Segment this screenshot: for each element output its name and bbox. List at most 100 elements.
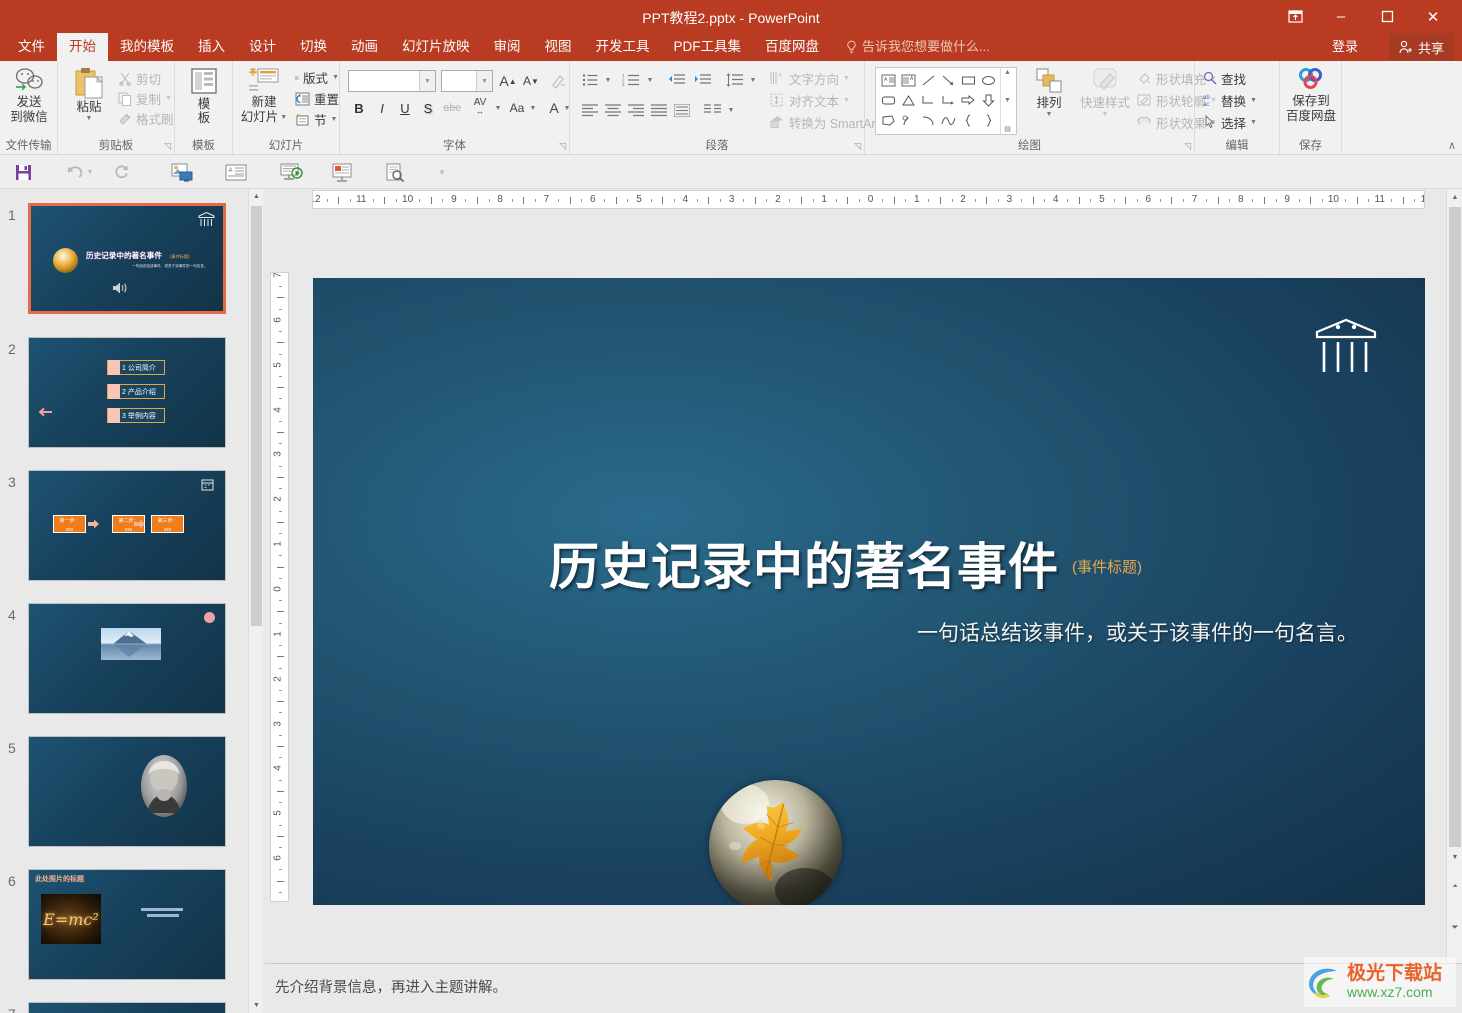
shapes-scroll-up-icon[interactable]: ▲ bbox=[1004, 69, 1011, 76]
layout-button[interactable]: 版式 ▼ bbox=[295, 68, 339, 87]
slide-scroll-down-icon[interactable]: ▼ bbox=[1447, 849, 1462, 865]
underline-button[interactable]: U bbox=[394, 97, 416, 119]
shapes-scroll-down-icon[interactable]: ▼ bbox=[1004, 97, 1011, 104]
tab-file[interactable]: 文件 bbox=[6, 33, 57, 61]
find-button[interactable]: 查找 bbox=[1203, 68, 1273, 88]
align-right-button[interactable] bbox=[624, 99, 647, 121]
template-button[interactable]: 模 板 bbox=[183, 66, 225, 134]
next-slide-icon[interactable]: ⏷ bbox=[1447, 919, 1462, 935]
drawing-dialog-launcher[interactable]: ◹ bbox=[1184, 141, 1191, 152]
align-left-button[interactable] bbox=[578, 99, 601, 121]
quick-styles-button[interactable]: 快速样式 ▼ bbox=[1077, 67, 1133, 135]
line-spacing-dropdown-arrow-icon[interactable]: ▼ bbox=[747, 69, 759, 91]
shape-right-arrow-icon[interactable] bbox=[958, 90, 978, 110]
columns-dropdown-arrow-icon[interactable]: ▼ bbox=[725, 99, 737, 121]
font-name-dropdown-arrow-icon[interactable]: ▼ bbox=[419, 71, 435, 91]
tab-transitions[interactable]: 切换 bbox=[288, 33, 339, 61]
font-name-combo[interactable]: ▼ bbox=[348, 70, 436, 92]
shape-elbow-arrow-icon[interactable] bbox=[938, 90, 958, 110]
tab-home[interactable]: 开始 bbox=[57, 33, 108, 61]
tab-view[interactable]: 视图 bbox=[533, 33, 584, 61]
text-direction-button[interactable]: A 文字方向 ▼ bbox=[770, 68, 860, 88]
thumbnail-panel-scrollbar[interactable]: ▲ ▼ bbox=[248, 189, 263, 1013]
bold-button[interactable]: B bbox=[348, 97, 370, 119]
decrease-font-size-button[interactable]: A ▼ bbox=[520, 70, 542, 92]
shape-rectangle-icon[interactable] bbox=[958, 70, 978, 90]
slide-area-scrollbar[interactable]: ▲ ▼ ⏶ ⏷ bbox=[1446, 189, 1462, 963]
shapes-scrollbar[interactable]: ▲ ▼ ▤ bbox=[1000, 68, 1014, 134]
shape-rounded-rect-icon[interactable] bbox=[878, 90, 898, 110]
tab-slideshow[interactable]: 幻灯片放映 bbox=[390, 33, 482, 61]
clear-formatting-icon[interactable] bbox=[547, 70, 569, 92]
slide-thumbnail-7[interactable] bbox=[28, 1002, 226, 1013]
font-size-combo[interactable]: ▼ bbox=[441, 70, 493, 92]
tab-animations[interactable]: 动画 bbox=[339, 33, 390, 61]
justify-button[interactable] bbox=[647, 99, 670, 121]
thumbnail-scroll-thumb[interactable] bbox=[251, 206, 262, 626]
tab-design[interactable]: 设计 bbox=[237, 33, 288, 61]
change-case-dropdown-arrow-icon[interactable]: ▼ bbox=[528, 97, 538, 119]
slide-thumbnail-5[interactable] bbox=[28, 736, 226, 847]
vertical-ruler[interactable]: 7 6 5 4 3 2 1 0 1 2 3 4 5 6 7 bbox=[270, 272, 289, 902]
font-dialog-launcher[interactable]: ◹ bbox=[559, 141, 566, 152]
arrange-button[interactable]: 排列 ▼ bbox=[1023, 67, 1075, 135]
bullets-button[interactable] bbox=[578, 69, 602, 91]
character-spacing-dropdown-arrow-icon[interactable]: ▼ bbox=[493, 97, 503, 119]
arrange-dropdown-arrow-icon[interactable]: ▼ bbox=[1046, 111, 1053, 119]
distribute-button[interactable] bbox=[670, 99, 693, 121]
text-shadow-button[interactable]: S bbox=[417, 97, 439, 119]
shape-textbox-icon[interactable]: A bbox=[878, 70, 898, 90]
italic-button[interactable]: I bbox=[371, 97, 393, 119]
strikethrough-button[interactable]: abc bbox=[440, 97, 464, 119]
copy-button[interactable]: 复制 ▼ bbox=[118, 89, 180, 108]
align-center-button[interactable] bbox=[601, 99, 624, 121]
section-button[interactable]: 节 ▼ bbox=[295, 110, 339, 129]
thumbnail-scroll-down-icon[interactable]: ▼ bbox=[249, 998, 264, 1013]
shape-oval-icon[interactable] bbox=[978, 70, 998, 90]
undo-dropdown-arrow-icon[interactable]: ▼ bbox=[84, 160, 96, 184]
slide-thumbnail-6[interactable]: 此处照片的标题 E=mc² bbox=[28, 869, 226, 980]
paragraph-dialog-launcher[interactable]: ◹ bbox=[854, 141, 861, 152]
select-dropdown-arrow-icon[interactable]: ▼ bbox=[1250, 119, 1257, 126]
print-preview-icon[interactable] bbox=[382, 160, 408, 184]
send-to-wechat-button[interactable]: 发送 到微信 bbox=[4, 67, 54, 129]
new-slide-dropdown-arrow-icon[interactable]: ▼ bbox=[280, 110, 287, 125]
slide-title-tag[interactable]: (事件标题) bbox=[1072, 556, 1142, 577]
section-dropdown-arrow-icon[interactable]: ▼ bbox=[331, 116, 338, 123]
bullets-dropdown-arrow-icon[interactable]: ▼ bbox=[602, 69, 614, 91]
shape-right-brace-icon[interactable] bbox=[978, 110, 998, 130]
minimize-button[interactable]: – bbox=[1318, 2, 1364, 31]
line-spacing-button[interactable] bbox=[722, 69, 747, 91]
clipboard-dialog-launcher[interactable]: ◹ bbox=[164, 141, 171, 152]
increase-indent-button[interactable] bbox=[690, 69, 715, 91]
horizontal-ruler[interactable]: 1211109876543210123456789101112 bbox=[312, 190, 1425, 209]
save-icon[interactable] bbox=[10, 160, 36, 184]
columns-button[interactable] bbox=[700, 99, 725, 121]
start-from-beginning-icon[interactable] bbox=[168, 160, 196, 184]
tab-review[interactable]: 审阅 bbox=[482, 33, 533, 61]
align-text-dropdown-arrow-icon[interactable]: ▼ bbox=[843, 97, 850, 104]
tell-me-search[interactable]: 告诉我您想要做什么... bbox=[845, 33, 990, 61]
replace-dropdown-arrow-icon[interactable]: ▼ bbox=[1250, 97, 1257, 104]
signin-button[interactable]: 登录 bbox=[1324, 33, 1366, 61]
shape-arrow-icon[interactable] bbox=[938, 70, 958, 90]
layout-dropdown-arrow-icon[interactable]: ▼ bbox=[332, 74, 339, 81]
slide-thumbnail-1[interactable]: 历史记录中的著名事件 (事件标题) 一句话总结该事件，或关于该事件的一句名言。 bbox=[28, 203, 226, 314]
save-to-baidu-button[interactable]: 保存到 百度网盘 bbox=[1284, 66, 1338, 134]
slide-scroll-up-icon[interactable]: ▲ bbox=[1447, 189, 1462, 205]
paste-dropdown-arrow-icon[interactable]: ▼ bbox=[86, 115, 93, 122]
paste-button[interactable]: 粘贴 ▼ bbox=[66, 66, 112, 134]
shape-down-arrow-icon[interactable] bbox=[978, 90, 998, 110]
close-button[interactable]: ✕ bbox=[1410, 2, 1456, 31]
shape-freeform-icon[interactable] bbox=[898, 110, 918, 130]
format-painter-button[interactable]: 格式刷 bbox=[118, 109, 180, 128]
new-slide-qat-icon[interactable]: A bbox=[222, 160, 250, 184]
tab-developer[interactable]: 开发工具 bbox=[584, 33, 662, 61]
align-text-button[interactable]: 对齐文本 ▼ bbox=[770, 90, 860, 110]
present-online-icon[interactable] bbox=[276, 160, 306, 184]
change-case-button[interactable]: Aa bbox=[505, 97, 529, 119]
tab-pdf-tools[interactable]: PDF工具集 bbox=[662, 33, 754, 61]
collapse-ribbon-button[interactable]: ∧ bbox=[1448, 139, 1456, 152]
shape-elbow-connector-icon[interactable] bbox=[918, 90, 938, 110]
shape-arc-icon[interactable] bbox=[918, 110, 938, 130]
